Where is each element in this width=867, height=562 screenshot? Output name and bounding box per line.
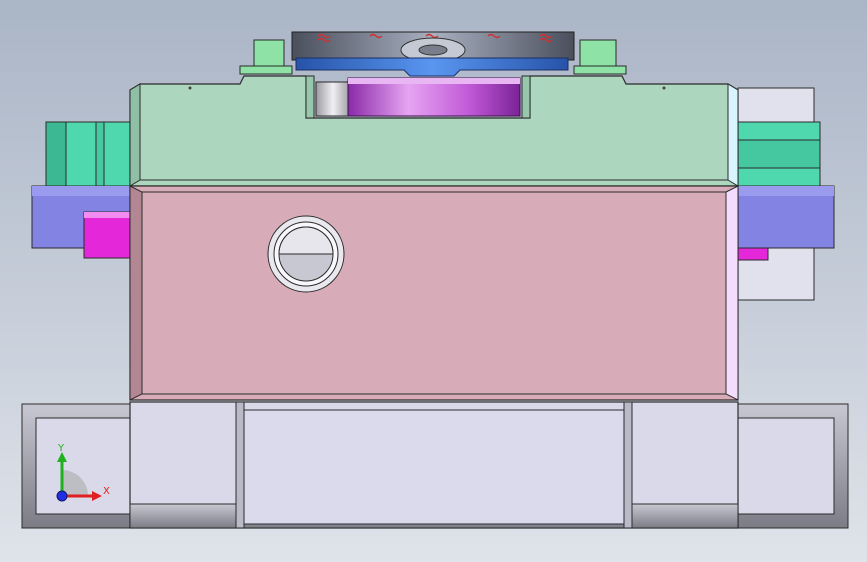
triad-x-label: X [103,486,110,497]
left-purple-bar-top [32,186,134,196]
cad-viewport[interactable]: X Y [0,0,867,562]
middle-block-left-bevel [129,185,143,401]
top-cap-assembly[interactable] [239,31,627,77]
left-green-block-groove [95,121,105,187]
screw-mark-2 [662,86,666,90]
screw-mark-1 [188,86,192,90]
base-left-end-face [35,417,133,515]
right-green-block-band [733,139,821,169]
top-plate-right-bevel [727,83,739,187]
middle-block[interactable] [129,185,739,401]
top-plate[interactable] [129,75,739,187]
middle-block-right-bevel [725,185,739,401]
model-drawing[interactable] [0,0,867,562]
top-right-green-foot [573,65,627,75]
triad-z-axis [56,490,68,502]
right-purple-bar-top [734,186,834,196]
left-magenta-tab-top [84,212,132,218]
right-magenta-tab[interactable] [733,247,769,261]
purple-spindle-top [348,78,520,84]
rail-divider-2 [623,401,633,529]
slot-right-wall [521,75,531,119]
slot-cylinder[interactable] [315,81,351,117]
top-plate-left-bevel [129,83,141,187]
left-magenta-tab[interactable] [83,211,133,259]
top-left-green-foot [239,65,293,75]
rail-center-face [243,409,625,525]
middle-block-body[interactable] [129,185,739,401]
slot-left-wall [305,75,315,119]
base-right-end-face [735,417,835,515]
left-green-block-end [45,121,67,187]
bearing-bore [418,44,448,56]
triad-y-label: Y [58,443,65,454]
left-side-assembly[interactable] [31,121,135,259]
rail-divider-1 [235,401,245,529]
base-rail[interactable] [21,401,849,529]
threaded-port-icon[interactable] [267,215,345,293]
